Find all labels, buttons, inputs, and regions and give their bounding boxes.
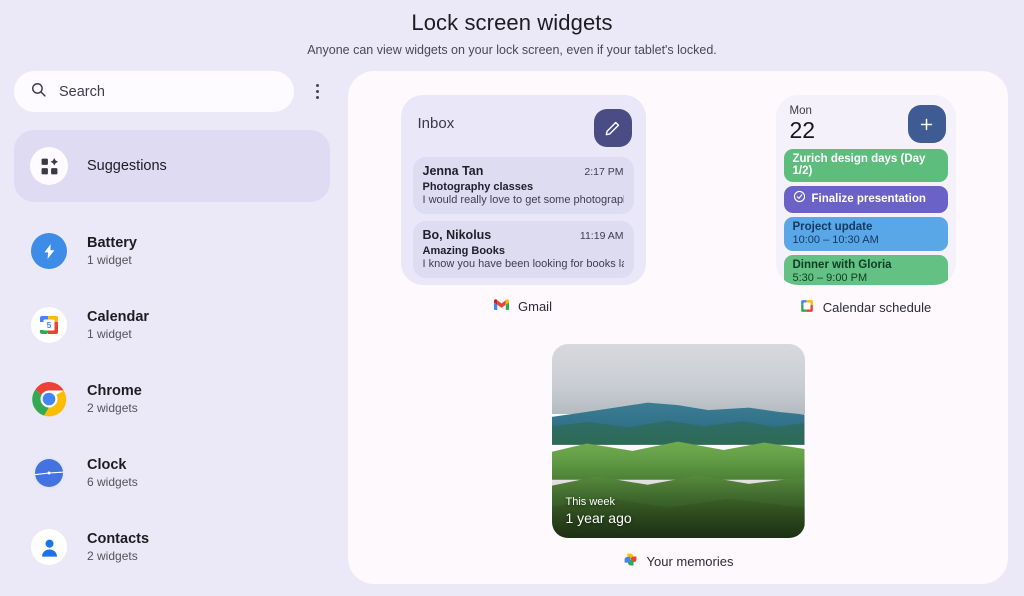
widget-caption-label: Calendar schedule (822, 300, 932, 315)
calendar-event-list: Zurich design days (Day 1/2) Finalize pr… (783, 149, 948, 285)
sidebar-item-chrome[interactable]: Chrome 2 widgets (14, 362, 330, 436)
chrome-icon (30, 380, 68, 418)
widget-preview-calendar: Mon 22 Zurich design days (Day 1/2) Fina… (775, 95, 956, 316)
widget-picker-sidebar: Search Suggestions Battery 1 widget 5 Ca… (14, 71, 330, 584)
widget-caption-photos: Your memories (623, 552, 734, 570)
photo-overlay-text: This week 1 year ago (566, 496, 632, 526)
search-placeholder: Search (59, 83, 105, 100)
widget-caption-label: Gmail (518, 299, 552, 314)
calendar-event-chip[interactable]: Project update 10:00 – 10:30 AM (783, 217, 948, 251)
sidebar-item-calendar[interactable]: 5 Calendar 1 widget (14, 288, 330, 362)
app-widget-count: 6 widgets (87, 475, 138, 489)
gmail-inbox-label: Inbox (417, 115, 455, 132)
battery-icon (30, 232, 68, 270)
calendar-icon (800, 299, 814, 316)
app-name: Battery (87, 235, 137, 251)
app-name: Calendar (87, 309, 150, 325)
email-row[interactable]: Jenna Tan 2:17 PM Photography classes I … (412, 157, 634, 214)
event-title: Dinner with Gloria (792, 259, 892, 271)
widget-preview-row-top: Inbox Jenna Tan 2:17 PM Photography clas… (348, 95, 1008, 316)
app-name: Contacts (87, 531, 150, 547)
widget-preview-panel: Inbox Jenna Tan 2:17 PM Photography clas… (348, 71, 1008, 584)
widget-caption-calendar: Calendar schedule (800, 299, 931, 316)
calendar-widget[interactable]: Mon 22 Zurich design days (Day 1/2) Fina… (775, 95, 956, 285)
email-head: Jenna Tan 2:17 PM (423, 164, 624, 178)
add-event-button[interactable] (907, 105, 946, 143)
event-time: 10:00 – 10:30 AM (792, 234, 879, 246)
calendar-date-number: 22 (789, 117, 816, 143)
app-texts: Calendar 1 widget (87, 309, 149, 341)
app-widget-count: 2 widgets (87, 401, 138, 415)
sidebar-app-list: Battery 1 widget 5 Calendar 1 widget Chr… (14, 214, 330, 584)
calendar-event-chip[interactable]: Zurich design days (Day 1/2) (783, 149, 948, 182)
calendar-event-chip[interactable]: Dinner with Gloria 5:30 – 9:00 PM (783, 255, 948, 285)
main-content: Search Suggestions Battery 1 widget 5 Ca… (0, 57, 1024, 584)
photo-overlay-line2: 1 year ago (565, 510, 632, 526)
widget-preview-gmail: Inbox Jenna Tan 2:17 PM Photography clas… (400, 95, 646, 314)
widget-caption-label: Your memories (646, 553, 734, 569)
app-widget-count: 1 widget (87, 253, 132, 267)
svg-text:5: 5 (47, 320, 52, 330)
gmail-email-list: Jenna Tan 2:17 PM Photography classes I … (412, 157, 634, 285)
widget-caption-gmail: Gmail (494, 299, 552, 314)
suggestions-grid-icon (30, 147, 68, 185)
app-texts: Contacts 2 widgets (87, 531, 149, 563)
email-head: Bo, Nikolus 11:19 AM (423, 228, 624, 242)
app-widget-count: 2 widgets (87, 549, 138, 563)
email-snippet: I would really love to get some photogra… (422, 194, 624, 206)
sidebar-item-battery[interactable]: Battery 1 widget (14, 214, 330, 288)
search-icon (30, 81, 47, 103)
gmail-icon (494, 299, 510, 314)
email-subject: Amazing Books (422, 245, 506, 257)
page-subtitle: Anyone can view widgets on your lock scr… (307, 43, 717, 57)
app-name: Chrome (87, 383, 142, 399)
event-title: Finalize presentation (811, 193, 926, 205)
search-input[interactable]: Search (14, 71, 294, 112)
google-photos-icon (623, 552, 638, 570)
calendar-event-chip[interactable]: Finalize presentation (783, 186, 948, 213)
calendar-date-block: Mon 22 (790, 105, 816, 142)
clock-icon (30, 454, 68, 492)
sidebar-item-clock[interactable]: Clock 6 widgets (14, 436, 330, 510)
compose-button[interactable] (593, 109, 632, 147)
email-row[interactable]: Bo, Nikolus 11:19 AM Amazing Books I kno… (412, 221, 634, 278)
calendar-header: Mon 22 (784, 105, 948, 143)
email-sender: Bo, Nikolus (422, 228, 492, 242)
sidebar-item-label: Suggestions (87, 158, 167, 174)
email-subject: Photography classes (422, 181, 534, 193)
page-title: Lock screen widgets (411, 10, 613, 35)
event-time: 5:30 – 9:00 PM (792, 272, 868, 284)
calendar-day-label: Mon (789, 105, 812, 117)
photo-overlay-line1: This week (565, 496, 616, 508)
sidebar-item-contacts[interactable]: Contacts 2 widgets (14, 510, 330, 584)
photos-widget[interactable]: This week 1 year ago (551, 344, 805, 538)
event-title: Zurich design days (Day 1/2) (792, 153, 926, 177)
widget-preview-photos: This week 1 year ago Your memories (551, 344, 805, 570)
gmail-widget[interactable]: Inbox Jenna Tan 2:17 PM Photography clas… (400, 95, 646, 285)
more-options-icon[interactable] (304, 75, 330, 109)
calendar-icon: 5 (30, 306, 68, 344)
photo-sky (551, 344, 805, 414)
email-time: 11:19 AM (579, 230, 624, 242)
event-title: Project update (792, 221, 873, 233)
gmail-header: Inbox (413, 109, 634, 147)
app-widget-count: 1 widget (87, 327, 132, 341)
app-name: Clock (87, 457, 127, 473)
app-texts: Battery 1 widget (87, 235, 137, 267)
app-texts: Clock 6 widgets (87, 457, 138, 489)
app-texts: Chrome 2 widgets (87, 383, 142, 415)
widget-preview-row-bottom: This week 1 year ago Your memories (348, 344, 1008, 570)
email-snippet: I know you have been looking for books l… (422, 258, 624, 270)
sidebar-item-suggestions[interactable]: Suggestions (14, 130, 330, 202)
page-header: Lock screen widgets Anyone can view widg… (0, 0, 1024, 57)
task-check-icon (793, 190, 806, 208)
email-sender: Jenna Tan (422, 164, 484, 178)
email-time: 2:17 PM (584, 166, 624, 178)
contacts-icon (30, 528, 68, 566)
search-row: Search (14, 71, 330, 112)
